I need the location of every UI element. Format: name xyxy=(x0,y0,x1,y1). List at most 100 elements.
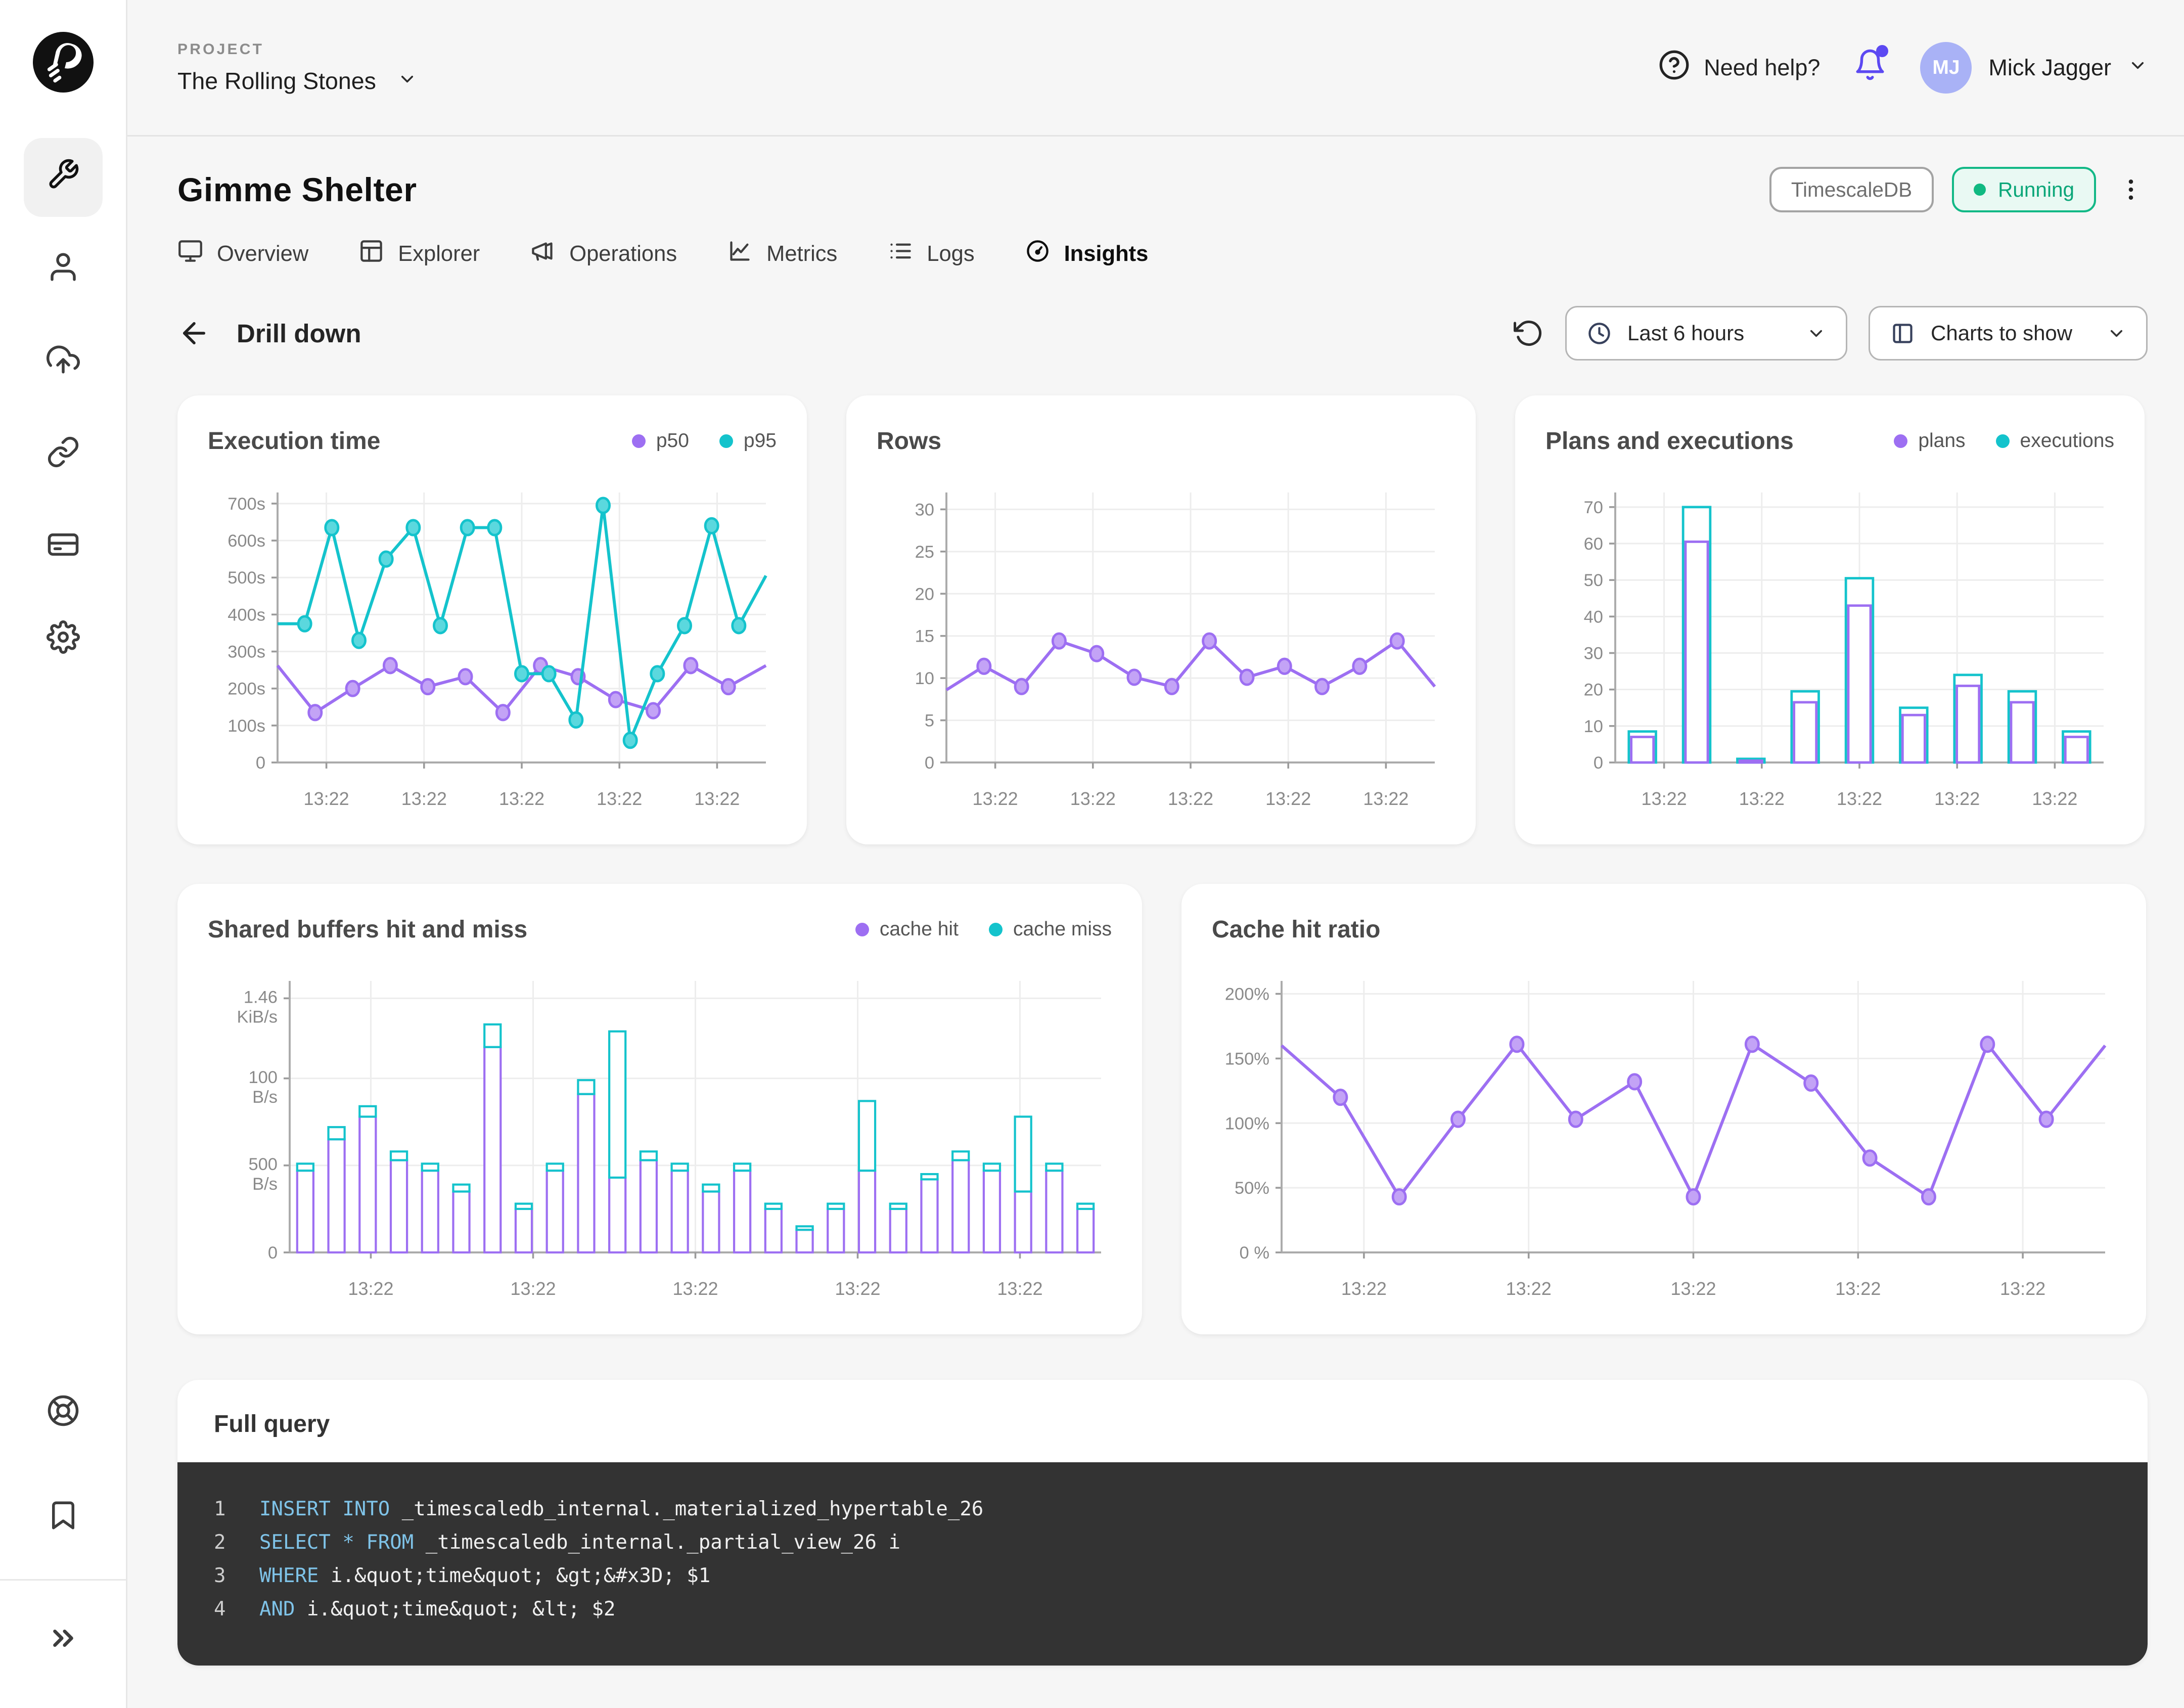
shared-buffers-chart: 0 500 B/s 100 B/s 1.46 KiB/s 13:22 13:22 13:22 13:… xyxy=(237,981,1101,1299)
svg-text:70: 70 xyxy=(1584,498,1603,517)
svg-text:13:22: 13:22 xyxy=(1070,788,1116,809)
chart-legend: cache hit cache miss xyxy=(855,918,1112,940)
svg-text:13:22: 13:22 xyxy=(1739,788,1785,809)
more-options-button[interactable] xyxy=(2114,173,2148,206)
cache-hit-ratio-chart: 0 % 50% 100% 150% 200% 13:22 13:22 13:22 13:22 13… xyxy=(1225,981,2107,1299)
status-badge: Running xyxy=(1952,167,2096,212)
sidebar-item-integrations[interactable] xyxy=(24,416,103,495)
svg-text:300s: 300s xyxy=(228,643,265,662)
svg-text:13:22: 13:22 xyxy=(1835,1278,1881,1299)
megaphone-icon xyxy=(530,238,556,269)
life-buoy-icon xyxy=(47,1394,80,1433)
sidebar-item-support[interactable] xyxy=(24,1374,103,1453)
legend-dot-icon xyxy=(855,922,869,936)
legend-item: p50 xyxy=(631,430,689,452)
top-header: PROJECT The Rolling Stones Need help? MJ… xyxy=(127,0,2184,137)
tab-operations[interactable]: Operations xyxy=(530,238,677,269)
back-button[interactable] xyxy=(177,317,211,350)
svg-text:30: 30 xyxy=(1584,644,1603,663)
tab-explorer[interactable]: Explorer xyxy=(358,238,480,269)
svg-text:13:22: 13:22 xyxy=(672,1278,718,1299)
execution-time-card: Execution time p50 p95 0 100s 200s 300s 400s 5… xyxy=(177,395,807,844)
project-selector[interactable]: PROJECT The Rolling Stones xyxy=(177,41,417,95)
columns-icon xyxy=(1893,323,1913,343)
legend-item: executions xyxy=(1995,430,2114,452)
chart-title: Shared buffers hit and miss xyxy=(208,916,528,943)
tab-insights[interactable]: Insights xyxy=(1025,238,1148,269)
full-query-card: Full query 1 INSERT INTO _timescaledb_int… xyxy=(177,1380,2148,1666)
chevron-down-icon xyxy=(2110,330,2123,337)
svg-text:100B/s: 100 B/s xyxy=(248,1068,278,1107)
cache-hit-ratio-card: Cache hit ratio 0 % 50% 100% 150% 200% 13:22 1… xyxy=(1181,884,2146,1334)
drill-down-title: Drill down xyxy=(237,319,361,348)
legend-item: cache miss xyxy=(988,918,1112,940)
svg-text:20: 20 xyxy=(915,585,934,604)
svg-text:13:22: 13:22 xyxy=(997,1278,1042,1299)
sidebar-item-settings[interactable] xyxy=(24,601,103,680)
chevron-down-icon xyxy=(1810,330,1823,337)
time-range-select[interactable]: Last 6 hours xyxy=(1565,306,1847,361)
svg-text:0: 0 xyxy=(268,1243,278,1263)
svg-text:13:22: 13:22 xyxy=(2032,788,2077,809)
svg-text:30: 30 xyxy=(915,500,934,519)
table-icon xyxy=(358,238,384,269)
svg-text:13:22: 13:22 xyxy=(2000,1278,2045,1299)
svg-text:13:22: 13:22 xyxy=(1363,788,1408,809)
svg-text:0: 0 xyxy=(1594,753,1603,773)
sidebar-item-billing[interactable] xyxy=(24,508,103,587)
svg-text:13:22: 13:22 xyxy=(304,788,349,809)
sidebar-item-members[interactable] xyxy=(24,231,103,309)
svg-text:25: 25 xyxy=(915,543,934,562)
avatar: MJ xyxy=(1920,41,1972,94)
svg-text:13:22: 13:22 xyxy=(973,788,1018,809)
svg-text:20: 20 xyxy=(1584,681,1603,700)
tab-overview[interactable]: Overview xyxy=(177,238,308,269)
credit-card-icon xyxy=(47,528,80,567)
svg-text:13:22: 13:22 xyxy=(597,788,642,809)
help-circle-icon xyxy=(1658,49,1690,86)
svg-text:5: 5 xyxy=(925,711,934,731)
sidebar xyxy=(0,0,127,1708)
service-type-badge: TimescaleDB xyxy=(1769,167,1934,212)
sidebar-item-import[interactable] xyxy=(24,323,103,402)
legend-item: plans xyxy=(1894,430,1966,452)
svg-text:40: 40 xyxy=(1584,607,1603,626)
tab-logs[interactable]: Logs xyxy=(887,238,975,269)
svg-text:13:22: 13:22 xyxy=(1670,1278,1716,1299)
sql-code-block: 1 INSERT INTO _timescaledb_internal._mate… xyxy=(177,1462,2148,1666)
legend-dot-icon xyxy=(988,922,1003,936)
timescale-logo xyxy=(32,32,94,93)
sidebar-item-services[interactable] xyxy=(23,138,103,217)
svg-text:500B/s: 500 B/s xyxy=(248,1155,278,1194)
chart-legend: p50 p95 xyxy=(631,430,777,452)
sidebar-expand-button[interactable] xyxy=(24,1602,103,1681)
chevron-down-icon xyxy=(2128,54,2148,81)
page-title: Gimme Shelter xyxy=(177,171,417,208)
charts-to-show-select[interactable]: Charts to show xyxy=(1869,306,2148,361)
svg-text:13:22: 13:22 xyxy=(1837,788,1882,809)
reset-button[interactable] xyxy=(1514,318,1544,348)
svg-text:50: 50 xyxy=(1584,571,1603,590)
svg-text:13:22: 13:22 xyxy=(1341,1278,1387,1299)
charts-to-show-value: Charts to show xyxy=(1931,321,2073,345)
clock-icon xyxy=(1588,322,1610,344)
sidebar-item-bookmarks[interactable] xyxy=(24,1479,103,1558)
svg-text:150%: 150% xyxy=(1225,1049,1269,1068)
running-dot-icon xyxy=(1974,184,1986,196)
svg-text:700s: 700s xyxy=(228,495,265,514)
svg-text:100s: 100s xyxy=(228,716,265,736)
link-icon xyxy=(47,435,80,475)
tab-metrics[interactable]: Metrics xyxy=(727,238,837,269)
svg-text:10: 10 xyxy=(1584,717,1603,736)
chart-legend: plans executions xyxy=(1894,430,2114,452)
svg-text:50%: 50% xyxy=(1235,1179,1269,1198)
rows-chart: 0 5 10 15 20 25 30 13:22 13:22 13:22 13:22 13:22 xyxy=(915,492,1436,809)
svg-text:500s: 500s xyxy=(228,568,265,588)
notifications-button[interactable] xyxy=(1853,44,1889,87)
svg-text:600s: 600s xyxy=(228,531,265,551)
code-line: 2 SELECT * FROM _timescaledb_internal._pa… xyxy=(214,1531,900,1554)
legend-dot-icon xyxy=(719,434,733,448)
list-icon xyxy=(887,238,913,269)
user-menu[interactable]: MJ Mick Jagger xyxy=(1920,41,2148,94)
need-help-button[interactable]: Need help? xyxy=(1658,49,1820,86)
